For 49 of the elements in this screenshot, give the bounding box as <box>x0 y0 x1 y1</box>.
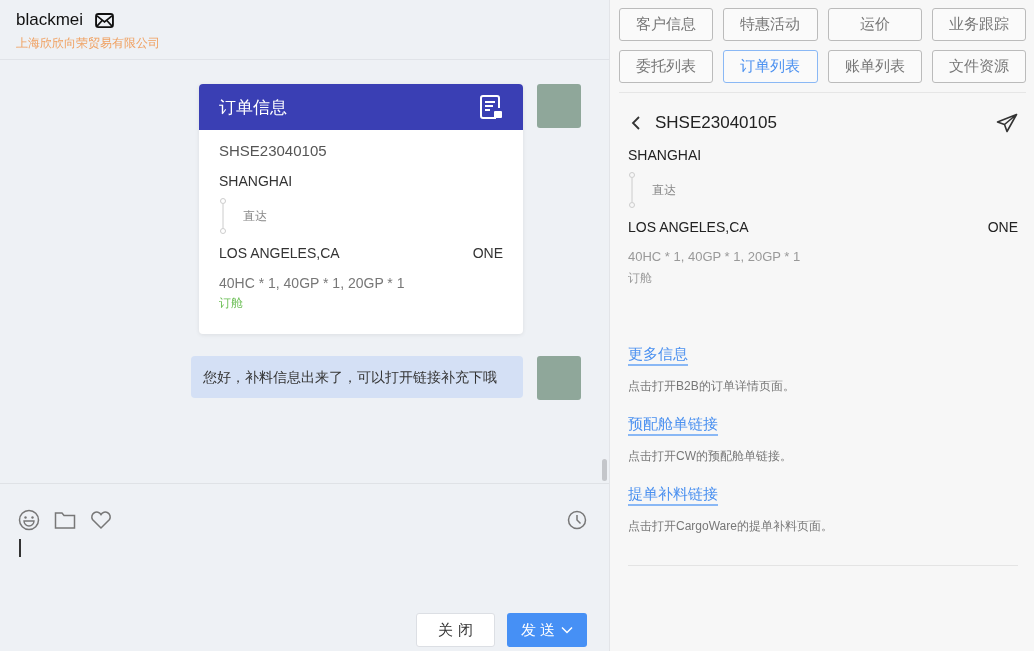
container-summary: 40HC * 1, 40GP * 1, 20GP * 1 <box>219 275 406 291</box>
link-description: 点击打开CargoWare的提单补料页面。 <box>628 518 833 535</box>
send-icon[interactable] <box>996 113 1018 133</box>
send-button[interactable]: 发 送 <box>507 613 587 647</box>
order-status: 订舱 <box>628 270 653 287</box>
avatar-photo-placeholder <box>537 84 581 128</box>
route-note: 直达 <box>652 181 676 199</box>
back-icon[interactable] <box>631 115 641 131</box>
destination-port: LOS ANGELES,CA <box>219 245 340 261</box>
tab[interactable]: 文件资源 <box>931 50 1026 83</box>
tab[interactable]: 业务跟踪 <box>931 8 1026 41</box>
folder-icon[interactable] <box>54 510 76 530</box>
mail-icon[interactable] <box>95 12 115 28</box>
link-description: 点击打开B2B的订单详情页面。 <box>628 378 795 395</box>
tab[interactable]: 特惠活动 <box>723 8 818 41</box>
destination-port: LOS ANGELES,CA <box>628 219 749 235</box>
close-button[interactable]: 关 闭 <box>416 613 495 647</box>
route-line-icon <box>628 171 636 209</box>
order-status: 订舱 <box>219 295 244 312</box>
tab[interactable]: 运价 <box>827 8 922 41</box>
caret-icon <box>561 626 574 634</box>
scrollbar-thumb[interactable] <box>602 459 607 481</box>
company-name: 上海欣欣向荣贸易有限公司 <box>16 35 161 52</box>
order-card[interactable]: 订单信息 SHSE23040105 SHANGHAI 直达 LOS ANGELES,CA ONE 40HC * 1, 40GP * 1, 20GP * 1 订舱 <box>199 84 523 334</box>
route-line-icon <box>219 197 227 235</box>
link[interactable]: 提单补料链接 <box>628 485 718 506</box>
heart-icon[interactable] <box>90 510 112 530</box>
origin-port: SHANGHAI <box>628 147 703 163</box>
origin-port: SHANGHAI <box>219 173 294 189</box>
document-icon <box>479 94 503 120</box>
card-title: 订单信息 <box>219 96 287 119</box>
order-number: SHSE23040105 <box>219 142 328 159</box>
route-note: 直达 <box>243 207 267 225</box>
clock-icon[interactable] <box>567 510 587 530</box>
order-number: SHSE23040105 <box>655 113 777 133</box>
message-bubble: 您好，补料信息出来了，可以打开链接补充下哦 <box>191 356 523 398</box>
link-description: 点击打开CW的预配舱单链接。 <box>628 448 792 465</box>
link[interactable]: 更多信息 <box>628 345 688 366</box>
emoji-icon[interactable] <box>18 509 40 531</box>
contact-name: blackmei <box>16 10 84 30</box>
avatar-photo-placeholder <box>537 356 581 400</box>
carrier-name: ONE <box>472 245 503 261</box>
tab[interactable]: 订单列表 <box>723 50 818 83</box>
tab[interactable]: 客户信息 <box>619 8 714 41</box>
carrier-name: ONE <box>987 219 1018 235</box>
tab[interactable]: 委托列表 <box>619 50 714 83</box>
link[interactable]: 预配舱单链接 <box>628 415 718 436</box>
tab[interactable]: 账单列表 <box>827 50 922 83</box>
container-summary: 40HC * 1, 40GP * 1, 20GP * 1 <box>628 249 802 264</box>
